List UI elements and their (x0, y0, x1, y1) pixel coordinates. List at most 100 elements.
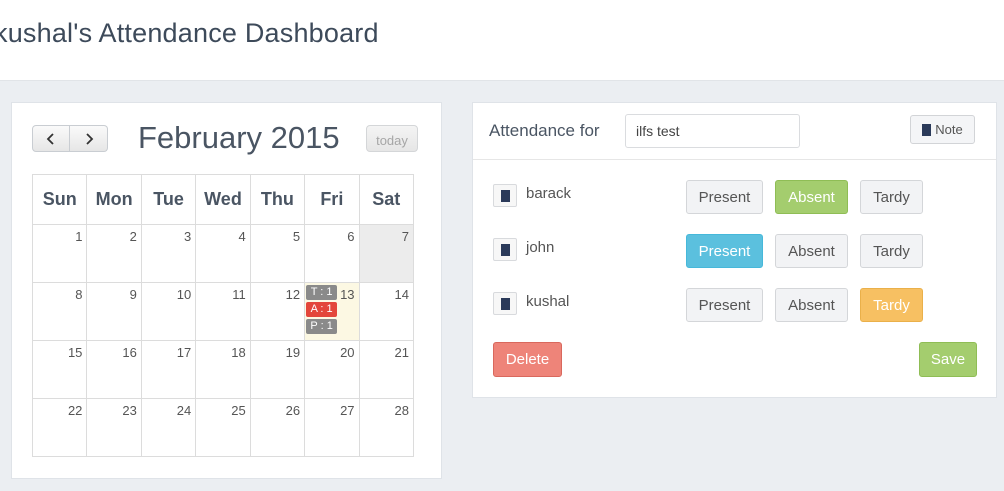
calendar-grid: Sun Mon Tue Wed Thu Fri Sat 1 2 3 4 5 6 … (31, 174, 415, 457)
day-cell[interactable]: 12 (249, 282, 306, 341)
tardy-button[interactable]: Tardy (860, 180, 923, 214)
day-number: 9 (129, 287, 137, 302)
chevron-left-icon (46, 132, 54, 145)
day-cell[interactable]: 8 (31, 282, 88, 341)
day-number: 21 (394, 345, 409, 360)
day-cell[interactable]: 26 (249, 398, 306, 457)
page-title: kushal's Attendance Dashboard (0, 18, 379, 48)
weekday-header: Mon (86, 174, 142, 225)
day-cell[interactable]: 2 (86, 224, 142, 283)
day-number: 14 (394, 287, 409, 302)
tardy-button[interactable]: Tardy (860, 234, 923, 268)
tardy-event-badge[interactable]: T : 1 (306, 285, 338, 300)
day-cell[interactable]: 25 (195, 398, 251, 457)
note-icon-button[interactable] (493, 292, 517, 315)
weekday-header: Sun (31, 174, 88, 225)
calendar-panel: February 2015 today Sun Mon Tue Wed Thu … (11, 102, 442, 479)
day-cell[interactable]: 28 (358, 398, 415, 457)
delete-button[interactable]: Delete (493, 342, 562, 377)
attendance-name-input[interactable] (625, 114, 800, 148)
present-event-badge[interactable]: P : 1 (306, 319, 338, 334)
weekday-header: Fri (304, 174, 360, 225)
next-month-button[interactable] (70, 125, 108, 152)
day-number: 1 (75, 229, 83, 244)
note-icon (500, 297, 510, 310)
absent-event-badge[interactable]: A : 1 (306, 302, 338, 317)
tardy-button[interactable]: Tardy (860, 288, 923, 322)
day-number: 22 (67, 403, 83, 418)
attendance-panel: Attendance for Note barack Present Absen… (472, 102, 997, 398)
note-button-label: Note (935, 122, 963, 137)
day-cell-today[interactable]: T : 1 A : 1 P : 1 13 (304, 282, 360, 341)
day-cell[interactable]: 22 (31, 398, 88, 457)
event-list: T : 1 A : 1 P : 1 (306, 285, 338, 334)
day-cell[interactable]: 14 (358, 282, 415, 341)
day-number: 28 (394, 403, 409, 418)
calendar-title: February 2015 (138, 120, 340, 155)
top-bar: kushal's Attendance Dashboard (0, 0, 1004, 81)
student-row-barack: barack Present Absent Tardy (493, 180, 983, 214)
day-cell[interactable]: 19 (249, 340, 306, 399)
day-cell[interactable]: 20 (304, 340, 360, 399)
note-button[interactable]: Note (910, 115, 975, 144)
weekday-header: Tue (140, 174, 197, 225)
day-cell[interactable]: 6 (304, 224, 360, 283)
day-cell[interactable]: 16 (86, 340, 142, 399)
day-cell[interactable]: 21 (358, 340, 415, 399)
note-icon-button[interactable] (493, 184, 517, 207)
day-cell[interactable]: 1 (31, 224, 88, 283)
note-icon-button[interactable] (493, 238, 517, 261)
day-cell[interactable]: 3 (140, 224, 197, 283)
absent-button[interactable]: Absent (775, 288, 848, 322)
day-number: 2 (129, 229, 137, 244)
day-number: 4 (238, 229, 246, 244)
weekday-header: Wed (195, 174, 251, 225)
day-number: 7 (401, 229, 409, 244)
note-icon (500, 189, 510, 202)
day-number: 8 (75, 287, 83, 302)
day-cell[interactable]: 17 (140, 340, 197, 399)
day-number: 17 (176, 345, 192, 360)
student-name: barack (526, 185, 572, 202)
absent-button[interactable]: Absent (775, 180, 848, 214)
student-row-kushal: kushal Present Absent Tardy (493, 288, 983, 322)
day-cell[interactable]: 7 (358, 224, 415, 283)
day-number: 5 (292, 229, 301, 244)
present-button[interactable]: Present (686, 288, 763, 322)
day-cell[interactable]: 15 (31, 340, 88, 399)
day-cell[interactable]: 9 (86, 282, 142, 341)
save-button[interactable]: Save (919, 342, 977, 377)
weekday-header: Thu (249, 174, 306, 225)
today-button[interactable]: today (366, 125, 418, 152)
present-button[interactable]: Present (686, 180, 763, 214)
day-number: 16 (122, 345, 137, 360)
attendance-for-label: Attendance for (489, 121, 600, 140)
note-icon (500, 243, 510, 256)
day-cell[interactable]: 4 (195, 224, 251, 283)
day-number: 20 (340, 345, 355, 360)
prev-month-button[interactable] (32, 125, 70, 152)
day-cell[interactable]: 27 (304, 398, 360, 457)
day-cell[interactable]: 24 (140, 398, 197, 457)
day-number: 15 (67, 345, 83, 360)
present-button[interactable]: Present (686, 234, 763, 268)
day-number: 27 (340, 403, 355, 418)
day-cell[interactable]: 10 (140, 282, 197, 341)
student-name: john (526, 239, 555, 256)
day-cell[interactable]: 5 (249, 224, 306, 283)
day-cell[interactable]: 11 (195, 282, 251, 341)
day-number: 11 (232, 287, 246, 302)
day-number: 6 (347, 229, 355, 244)
day-cell[interactable]: 18 (195, 340, 251, 399)
day-number: 23 (122, 403, 137, 418)
note-icon (922, 123, 932, 136)
day-number: 24 (176, 403, 192, 418)
day-number: 26 (285, 403, 301, 418)
weekday-header: Sat (358, 174, 415, 225)
day-cell[interactable]: 23 (86, 398, 142, 457)
day-number: 3 (184, 229, 192, 244)
absent-button[interactable]: Absent (775, 234, 848, 268)
day-number: 25 (231, 403, 246, 418)
student-row-john: john Present Absent Tardy (493, 234, 983, 268)
calendar-nav (32, 125, 108, 152)
